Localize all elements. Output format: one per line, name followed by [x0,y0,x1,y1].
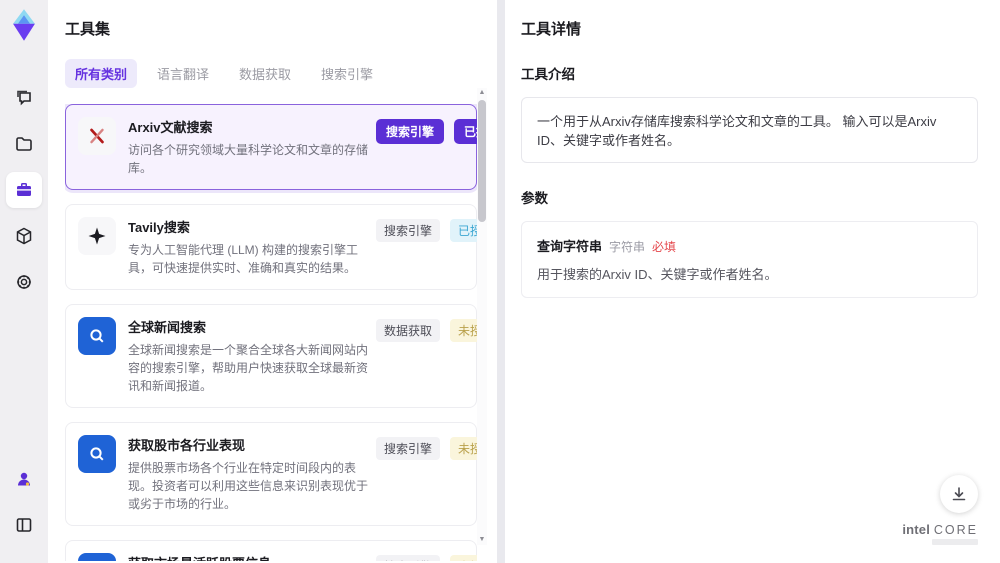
user-icon [18,472,30,486]
param-card: 查询字符串 字符串 必填 用于搜索的Arxiv ID、关键字或作者姓名。 [521,221,978,298]
tool-detail-panel: 工具详情 工具介绍 一个用于从Arxiv存储库搜索科学论文和文章的工具。 输入可… [505,0,1000,563]
scrollbar-thumb[interactable] [478,100,486,222]
sidebar-item-profile[interactable] [6,461,42,497]
sidebar-item-files[interactable] [6,126,42,162]
scroll-down-icon[interactable]: ▼ [479,535,486,545]
chat-icon [17,90,31,106]
tool-name: 全球新闻搜索 [128,320,207,335]
search-blue-icon [78,435,116,473]
sidebar-item-chat[interactable] [6,80,42,116]
tool-list: Arxiv文献搜索 访问各个研究领域大量科学论文和文章的存储库。 搜索引擎 已授… [65,104,477,561]
tool-card[interactable]: Tavily搜索 专为人工智能代理 (LLM) 构建的搜索引擎工具，可快速提供实… [65,204,477,290]
param-type: 字符串 [609,240,646,254]
category-badge: 搜索引擎 [376,555,441,561]
category-badge: 搜索引擎 [376,219,441,242]
tab-0[interactable]: 所有类别 [65,59,138,88]
tool-card[interactable]: 获取市场最活跃股票信息 提供当天交易量最高的股票列表，投资者可以利用这些信息来识… [65,540,477,561]
param-required-badge: 必填 [652,240,677,254]
auth-badge: 未授权 [450,319,477,342]
tab-1[interactable]: 语言翻译 [147,59,219,88]
tool-description: 专为人工智能代理 (LLM) 构建的搜索引擎工具，可快速提供实时、准确和真实的结… [128,243,359,275]
package-icon [16,227,32,245]
tool-description: 访问各个研究领域大量科学论文和文章的存储库。 [128,143,369,175]
panel-layout-icon [16,518,32,532]
sidebar-item-tools[interactable] [6,172,42,208]
arxiv-icon [78,117,116,155]
param-name: 查询字符串 [537,239,603,254]
intro-text-box: 一个用于从Arxiv存储库搜索科学论文和文章的工具。 输入可以是Arxiv ID… [521,97,978,163]
icon-rail [0,0,48,563]
category-badge: 搜索引擎 [376,437,441,460]
tool-name: Tavily搜索 [128,220,190,235]
app-logo-icon [13,9,35,41]
tool-card[interactable]: 获取股市各行业表现 提供股票市场各个行业在特定时间段内的表现。投资者可以利用这些… [65,422,477,526]
page-title: 工具集 [65,21,111,38]
scroll-up-icon[interactable]: ▲ [479,88,486,98]
intel-tier-mark [932,539,978,545]
intel-core-logo: intel core [902,522,978,545]
category-badge: 搜索引擎 [376,119,445,144]
tool-list-panel: 工具集 所有类别 语言翻译 数据获取 搜索引擎 Arxiv文献搜索 访问各个研究领域大… [48,0,497,563]
detail-title: 工具详情 [521,21,582,38]
search-blue-icon [78,317,116,355]
param-description: 用于搜索的Arxiv ID、关键字或作者姓名。 [537,267,778,282]
sidebar-item-settings[interactable] [6,264,42,300]
intel-brand-text: intel [902,522,931,537]
tab-3[interactable]: 搜索引擎 [311,59,383,88]
tool-description: 全球新闻搜索是一个聚合全球各大新闻网站内容的搜索引擎，帮助用户快速获取全球最新资… [128,343,369,393]
panel-divider [497,0,505,563]
auth-badge: 已授权 [450,219,477,242]
tool-name: 获取市场最活跃股票信息 [128,553,376,561]
gear-icon [17,275,31,289]
tavily-icon [78,217,116,255]
folder-icon [16,137,32,151]
tool-name: 获取股市各行业表现 [128,438,246,453]
category-badge: 数据获取 [376,319,441,342]
toolbox-icon [17,183,31,196]
download-icon [952,487,966,501]
auth-badge: 已授权 [454,119,477,144]
intro-heading: 工具介绍 [521,67,575,82]
params-heading: 参数 [521,191,548,206]
search-blue-icon [78,553,116,561]
category-tabs: 所有类别 语言翻译 数据获取 搜索引擎 [65,59,497,88]
tool-name: Arxiv文献搜索 [128,120,213,135]
tool-card[interactable]: 全球新闻搜索 全球新闻搜索是一个聚合全球各大新闻网站内容的搜索引擎，帮助用户快速… [65,304,477,408]
sidebar-item-collapse[interactable] [6,507,42,543]
auth-badge: 未授权 [450,437,477,460]
core-brand-text: core [933,523,978,537]
app-window: 工具集 所有类别 语言翻译 数据获取 搜索引擎 Arxiv文献搜索 访问各个研究领域大… [0,0,1000,563]
intro-text: 一个用于从Arxiv存储库搜索科学论文和文章的工具。 输入可以是Arxiv ID… [537,114,937,148]
auth-badge: 未授权 [450,555,477,561]
sidebar-item-packages[interactable] [6,218,42,254]
tool-card[interactable]: Arxiv文献搜索 访问各个研究领域大量科学论文和文章的存储库。 搜索引擎 已授… [65,104,477,190]
tab-2[interactable]: 数据获取 [229,59,301,88]
scrollbar[interactable]: ▲ ▼ [477,88,487,545]
tool-description: 提供股票市场各个行业在特定时间段内的表现。投资者可以利用这些信息来识别表现优于或… [128,461,369,511]
download-button[interactable] [940,475,978,513]
